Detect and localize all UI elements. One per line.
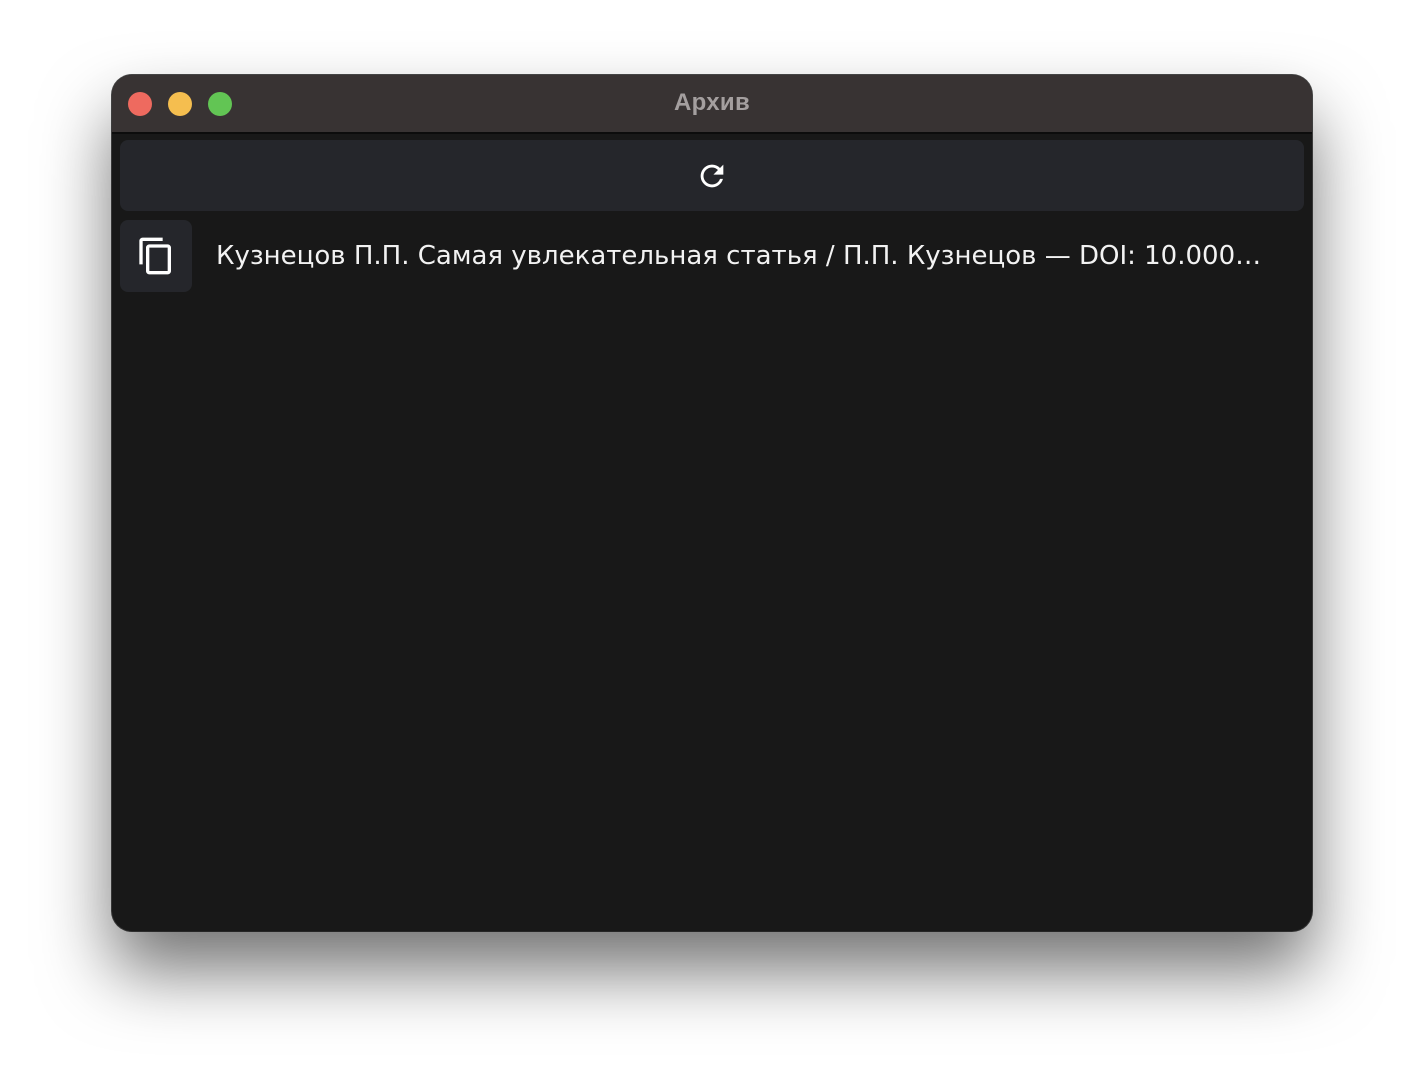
refresh-icon [700,164,724,187]
archive-list: Кузнецов П.П. Самая увлекательная статья… [120,220,1304,292]
copy-icon [139,237,171,275]
refresh-button[interactable] [120,140,1304,211]
title-bar[interactable]: Архив [112,75,1312,134]
window-title: Архив [673,89,751,116]
app-window: Архив Кузнецов П.П. Самая увлекательная … [112,75,1312,931]
list-item: Кузнецов П.П. Самая увлекательная статья… [120,220,1304,292]
copy-button[interactable] [120,220,192,292]
citation-text: Кузнецов П.П. Самая увлекательная статья… [216,241,1276,271]
